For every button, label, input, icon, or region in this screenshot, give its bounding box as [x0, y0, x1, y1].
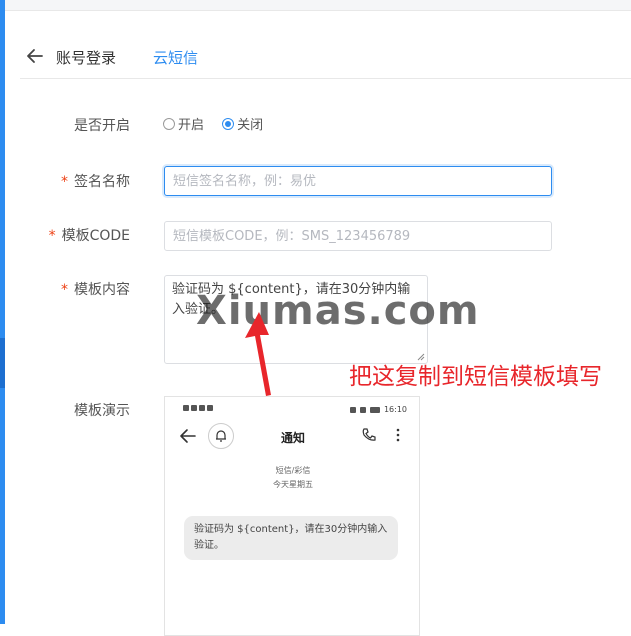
radio-circle-icon[interactable] — [163, 117, 175, 130]
phone-title-bar: 通知 — [165, 423, 419, 453]
required-mark: * — [61, 174, 68, 190]
radio-enable-on[interactable]: 开启 — [163, 114, 204, 133]
tab-cloud-sms[interactable]: 云短信 — [153, 47, 198, 68]
annotation-text: 把这复制到短信模板填写 — [349, 364, 602, 390]
battery-icon — [369, 406, 380, 413]
tab-account-login[interactable]: 账号登录 — [56, 47, 116, 68]
message-bubble: 验证码为 ${content}，请在30分钟内输入验证。 — [184, 516, 398, 560]
arrow-left-icon[interactable] — [26, 48, 44, 64]
sign-name-input[interactable] — [164, 166, 552, 196]
required-mark: * — [61, 282, 68, 298]
radio-label-off: 关闭 — [237, 118, 264, 133]
phone-preview: 16:10 通知 短信/彩信 今天星期五 验证码为 ${content}，请在3… — [164, 396, 420, 636]
message-category: 短信/彩信 — [275, 466, 311, 475]
template-content-label: * 模板内容 — [20, 279, 130, 299]
template-demo-label-text: 模板演示 — [74, 403, 130, 419]
enable-radio-group: 开启 关闭 — [163, 114, 277, 134]
template-demo-label: 模板演示 — [20, 400, 130, 420]
annotation-arrow-icon — [245, 312, 271, 396]
phone-call-icon[interactable] — [361, 427, 377, 443]
sign-name-label: * 签名名称 — [20, 171, 130, 191]
radio-checked-icon[interactable] — [222, 117, 235, 130]
left-accent-bar — [0, 0, 5, 624]
enable-label-text: 是否开启 — [74, 118, 130, 134]
more-vertical-icon[interactable] — [395, 427, 401, 443]
sign-name-label-text: 签名名称 — [74, 174, 130, 190]
left-accent-marker — [0, 338, 5, 388]
radio-enable-off[interactable]: 关闭 — [222, 114, 263, 133]
message-text: 验证码为 ${content}，请在30分钟内输入验证。 — [194, 524, 388, 551]
top-bar — [5, 0, 631, 11]
template-code-input[interactable] — [164, 221, 552, 251]
sim-icon — [183, 405, 189, 411]
template-content-label-text: 模板内容 — [74, 282, 130, 298]
required-mark: * — [48, 228, 56, 244]
phone-title: 通知 — [280, 431, 305, 445]
nfc-icon — [349, 406, 356, 413]
phone-status-bar: 16:10 — [165, 397, 419, 421]
radio-label-on: 开启 — [178, 118, 205, 133]
message-date: 今天星期五 — [273, 480, 313, 489]
watermark-text: Xiumas.com — [196, 288, 480, 334]
status-time: 16:10 — [383, 405, 407, 414]
signal-icon — [191, 405, 197, 411]
status-signal-icons — [183, 405, 213, 411]
template-code-label-text: 模板CODE — [61, 228, 130, 244]
wifi-icon — [199, 405, 205, 411]
template-code-label: * 模板CODE — [20, 225, 130, 245]
bluetooth-icon — [359, 406, 366, 413]
status-right-icons: 16:10 — [349, 405, 407, 414]
usb-icon — [207, 405, 213, 411]
page-header: 账号登录 云短信 — [20, 38, 631, 79]
enable-label: 是否开启 — [20, 115, 130, 135]
